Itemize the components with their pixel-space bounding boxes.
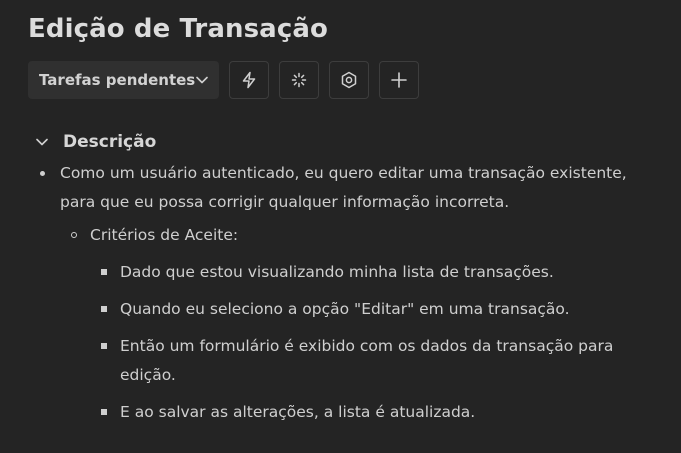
criteria-text: Quando eu seleciono a opção "Editar" em … bbox=[120, 300, 570, 318]
status-dropdown-label: Tarefas pendentes bbox=[39, 71, 196, 89]
user-story-text: Como um usuário autenticado, eu quero ed… bbox=[60, 164, 627, 211]
loading-spinner-icon bbox=[290, 71, 308, 89]
loading-button[interactable] bbox=[279, 61, 319, 99]
bullet-square bbox=[101, 269, 107, 275]
criteria-label: Critérios de Aceite: bbox=[90, 226, 239, 244]
criteria-heading-item: Critérios de Aceite: bbox=[71, 221, 681, 250]
page: Edição de Transação Tarefas pendentes De… bbox=[0, 0, 681, 453]
user-story-item: Como um usuário autenticado, eu quero ed… bbox=[40, 159, 640, 217]
collapse-chevron-icon[interactable] bbox=[34, 134, 50, 150]
toolbar: Tarefas pendentes bbox=[28, 61, 681, 99]
status-dropdown[interactable]: Tarefas pendentes bbox=[28, 61, 219, 99]
section-title: Descrição bbox=[63, 132, 157, 152]
bullet-circle bbox=[71, 232, 77, 238]
page-title: Edição de Transação bbox=[28, 14, 328, 44]
criteria-text: Então um formulário é exibido com os dad… bbox=[120, 337, 614, 384]
criteria-item: Quando eu seleciono a opção "Editar" em … bbox=[101, 295, 660, 324]
plus-icon bbox=[390, 71, 408, 89]
bullet-square bbox=[101, 343, 107, 349]
description-header: Descrição bbox=[34, 130, 681, 154]
hexagon-icon bbox=[340, 71, 358, 89]
criteria-item: E ao salvar as alterações, a lista é atu… bbox=[101, 398, 660, 427]
criteria-item: Então um formulário é exibido com os dad… bbox=[101, 332, 660, 390]
bullet-disc bbox=[40, 171, 45, 176]
description-section: Descrição Como um usuário autenticado, e… bbox=[34, 130, 681, 427]
lightning-button[interactable] bbox=[229, 61, 269, 99]
bullet-square bbox=[101, 306, 107, 312]
criteria-text: E ao salvar as alterações, a lista é atu… bbox=[120, 403, 476, 421]
criteria-item: Dado que estou visualizando minha lista … bbox=[101, 258, 660, 287]
chevron-down-icon bbox=[195, 72, 208, 88]
add-button[interactable] bbox=[379, 61, 419, 99]
hexagon-button[interactable] bbox=[329, 61, 369, 99]
bullet-square bbox=[101, 409, 107, 415]
criteria-text: Dado que estou visualizando minha lista … bbox=[120, 263, 554, 281]
lightning-icon bbox=[240, 71, 258, 89]
